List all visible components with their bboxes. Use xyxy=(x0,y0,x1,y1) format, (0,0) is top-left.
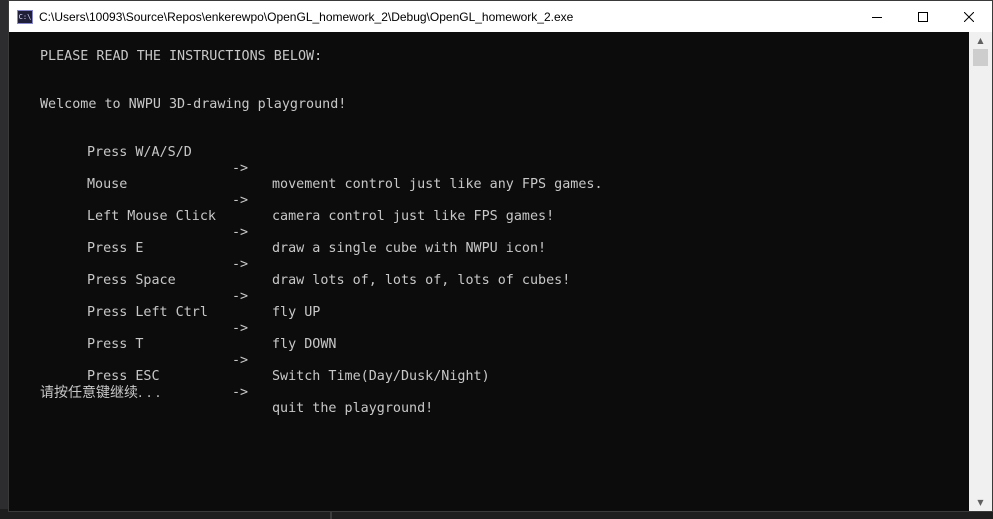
instruction-key: Mouse xyxy=(87,177,128,192)
instruction-key: Press E xyxy=(87,241,144,256)
close-icon xyxy=(964,11,974,22)
scroll-down-button[interactable]: ▼ xyxy=(969,494,992,511)
chevron-up-icon: ▲ xyxy=(977,36,984,45)
instruction-key: Press ESC xyxy=(87,369,160,384)
maximize-button[interactable] xyxy=(900,1,946,32)
press-any-key-prompt: 请按任意键继续. . . xyxy=(40,385,161,401)
console-app-icon: C:\ xyxy=(17,9,33,24)
window-title: C:\Users\10093\Source\Repos\enkerewpo\Op… xyxy=(39,9,574,24)
welcome-line: Welcome to NWPU 3D-drawing playground! xyxy=(40,97,347,112)
instruction-key: Press W/A/S/D xyxy=(87,145,192,160)
maximize-icon xyxy=(918,11,928,22)
minimize-button[interactable] xyxy=(854,1,900,32)
instruction-key: Left Mouse Click xyxy=(87,209,216,224)
vertical-scrollbar[interactable]: ▲ ▼ xyxy=(969,32,992,511)
instruction-key: Press T xyxy=(87,337,144,352)
scroll-up-button[interactable]: ▲ xyxy=(969,32,992,49)
title-bar[interactable]: C:\ C:\Users\10093\Source\Repos\enkerewp… xyxy=(9,1,992,32)
minimize-icon xyxy=(872,16,882,18)
window-controls xyxy=(854,1,992,32)
instruction-arrow: -> xyxy=(232,385,249,400)
instruction-description: quit the playground! xyxy=(272,401,434,416)
instructions-header: PLEASE READ THE INSTRUCTIONS BELOW: xyxy=(40,49,323,64)
instruction-key: Press Space xyxy=(87,273,176,288)
close-button[interactable] xyxy=(946,1,992,32)
console-window[interactable]: C:\ C:\Users\10093\Source\Repos\enkerewp… xyxy=(8,0,993,512)
scroll-thumb[interactable] xyxy=(973,49,988,66)
chevron-down-icon: ▼ xyxy=(977,498,984,507)
console-output[interactable]: PLEASE READ THE INSTRUCTIONS BELOW: Welc… xyxy=(9,32,969,511)
instruction-key: Press Left Ctrl xyxy=(87,305,208,320)
